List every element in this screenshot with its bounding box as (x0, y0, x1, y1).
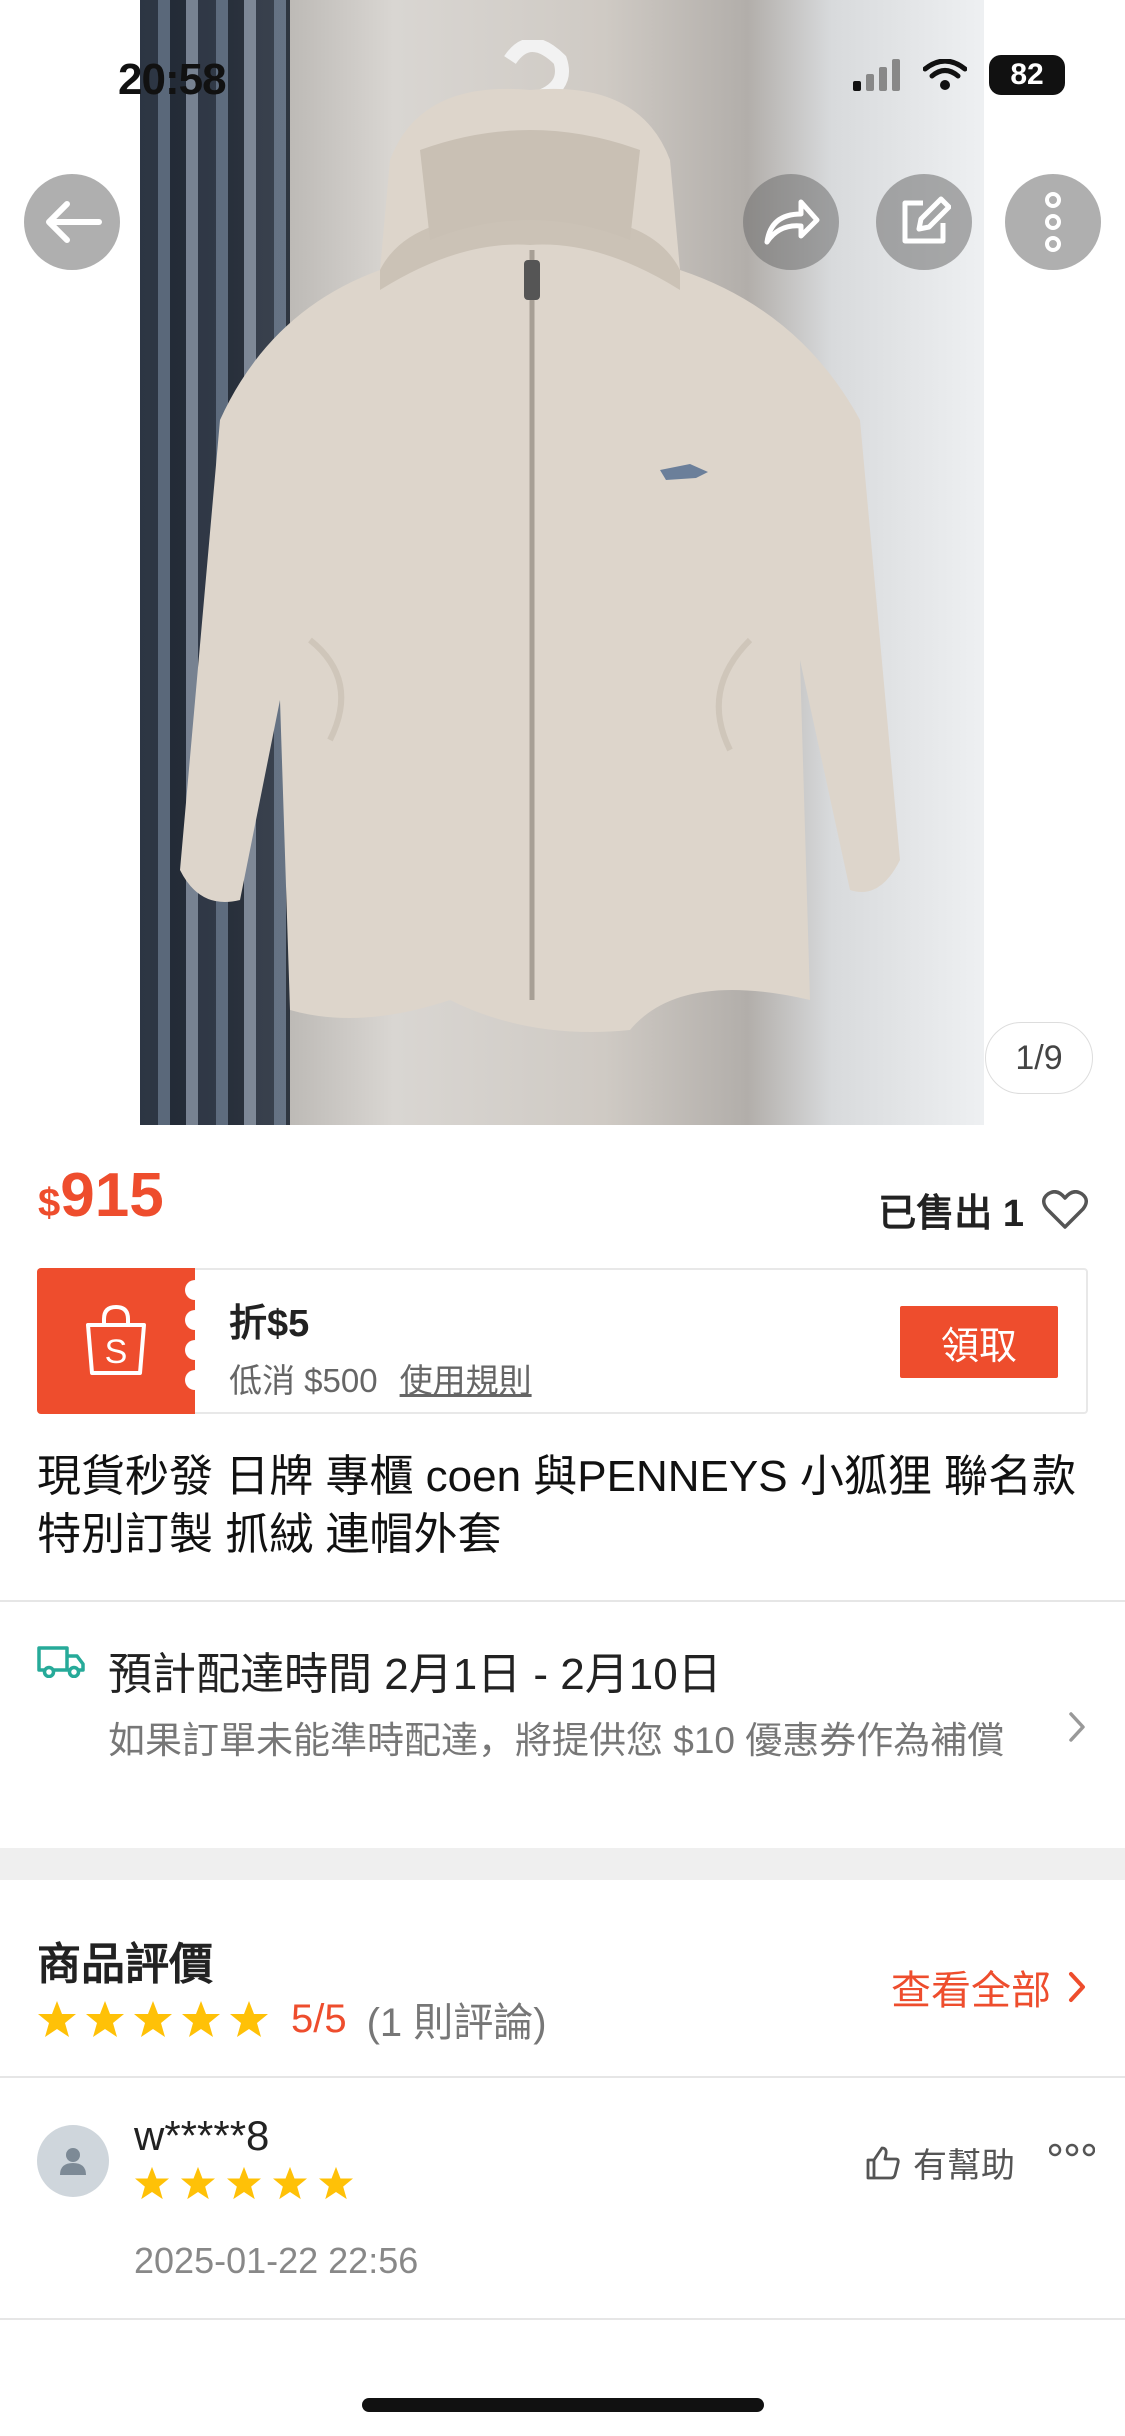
status-indicators: 82 (853, 55, 1065, 95)
share-button[interactable] (743, 174, 839, 270)
product-price: $915 (38, 1160, 164, 1231)
price-row: $915 已售出 1 (38, 1160, 1088, 1240)
delivery-guarantee-note: 如果訂單未能準時配達，將提供您 $10 優惠券作為補償 (108, 1720, 1005, 1761)
edit-button[interactable] (876, 174, 972, 270)
helpful-button[interactable]: 有幫助 (865, 2138, 1015, 2187)
voucher-title: 折$5 (229, 1303, 310, 1345)
more-horizontal-icon[interactable] (1049, 2142, 1095, 2158)
star-icon (38, 2001, 76, 2037)
star-icon (182, 2001, 220, 2037)
price-currency: $ (38, 1181, 61, 1225)
avatar (37, 2125, 109, 2197)
star-icon (134, 2001, 172, 2037)
edit-icon (902, 196, 951, 244)
star-icon (273, 2166, 307, 2200)
chevron-right-icon (1069, 1712, 1085, 1742)
battery-icon: 82 (989, 55, 1065, 95)
voucher-brand-area: S (37, 1268, 195, 1414)
rating-score: 5/5 (291, 1996, 347, 2041)
voucher-notch (185, 1310, 205, 1330)
thumbs-up-icon (866, 2146, 900, 2179)
home-indicator[interactable] (362, 2398, 764, 2412)
voucher-notch (185, 1340, 205, 1360)
voucher-min-spend: 低消 $500 (229, 1362, 378, 1399)
product-photo[interactable] (140, 0, 984, 1125)
sold-count: 已售出 1 (878, 1182, 1088, 1237)
cellular-signal-icon (853, 59, 900, 91)
star-icon (230, 2001, 268, 2037)
review-count: (1 則評論) (366, 2001, 547, 2045)
rating-summary: 5/5 (1 則評論) (37, 1990, 547, 2048)
reviewer-name: w*****8 (134, 2112, 270, 2159)
claim-voucher-button[interactable]: 領取 (900, 1306, 1058, 1378)
divider (0, 2318, 1125, 2320)
voucher-card: S 折$5 低消 $500 使用規則 領取 (37, 1268, 1088, 1414)
arrow-left-icon (46, 201, 102, 243)
heart-icon[interactable] (1042, 1189, 1088, 1230)
voucher-notch (185, 1280, 205, 1300)
back-button[interactable] (24, 174, 120, 270)
voucher-rules-link[interactable]: 使用規則 (400, 1362, 532, 1399)
star-icon (181, 2166, 215, 2200)
star-icon (319, 2166, 353, 2200)
wifi-icon (923, 59, 967, 90)
see-all-label: 查看全部 (891, 1969, 1051, 2013)
star-icon (86, 2001, 124, 2037)
shopping-bag-icon: S (86, 1305, 146, 1375)
share-icon (764, 199, 820, 245)
svg-text:S: S (105, 1333, 128, 1371)
truck-icon (37, 1646, 85, 1678)
section-separator (0, 1848, 1125, 1880)
review-date: 2025-01-22 22:56 (134, 2240, 419, 2281)
product-page: 1/9 20:58 82 $915 已售出 1 S 折$5 低消 $500 使用… (0, 0, 1125, 2436)
voucher-notch (185, 1370, 205, 1390)
user-icon (60, 2148, 86, 2175)
product-title: 現貨秒發 日牌 專櫃 coen 與PENNEYS 小狐狸 聯名款 特別訂製 抓絨… (37, 1452, 1077, 1559)
product-image-gallery[interactable]: 1/9 (0, 0, 1125, 1125)
price-value: 915 (60, 1161, 164, 1230)
more-vertical-icon (1045, 192, 1061, 252)
reviews-title: 商品評價 (37, 1940, 213, 1989)
chevron-right-icon (1069, 1972, 1085, 2002)
status-time: 20:58 (118, 55, 227, 104)
voucher-conditions: 低消 $500 使用規則 (229, 1354, 532, 1402)
star-icon (227, 2166, 261, 2200)
see-all-reviews-link[interactable]: 查看全部 (891, 1958, 1087, 2016)
more-options-button[interactable] (1005, 174, 1101, 270)
star-icon (135, 2166, 169, 2200)
image-counter: 1/9 (985, 1022, 1093, 1094)
divider (0, 1600, 1125, 1602)
helpful-label: 有幫助 (913, 2147, 1015, 2185)
reviewer-rating (134, 2166, 354, 2200)
divider (0, 2076, 1125, 2078)
sold-label: 已售出 1 (878, 1193, 1024, 1235)
delivery-estimate: 預計配達時間 2月1日 - 2月10日 (108, 1650, 722, 1699)
